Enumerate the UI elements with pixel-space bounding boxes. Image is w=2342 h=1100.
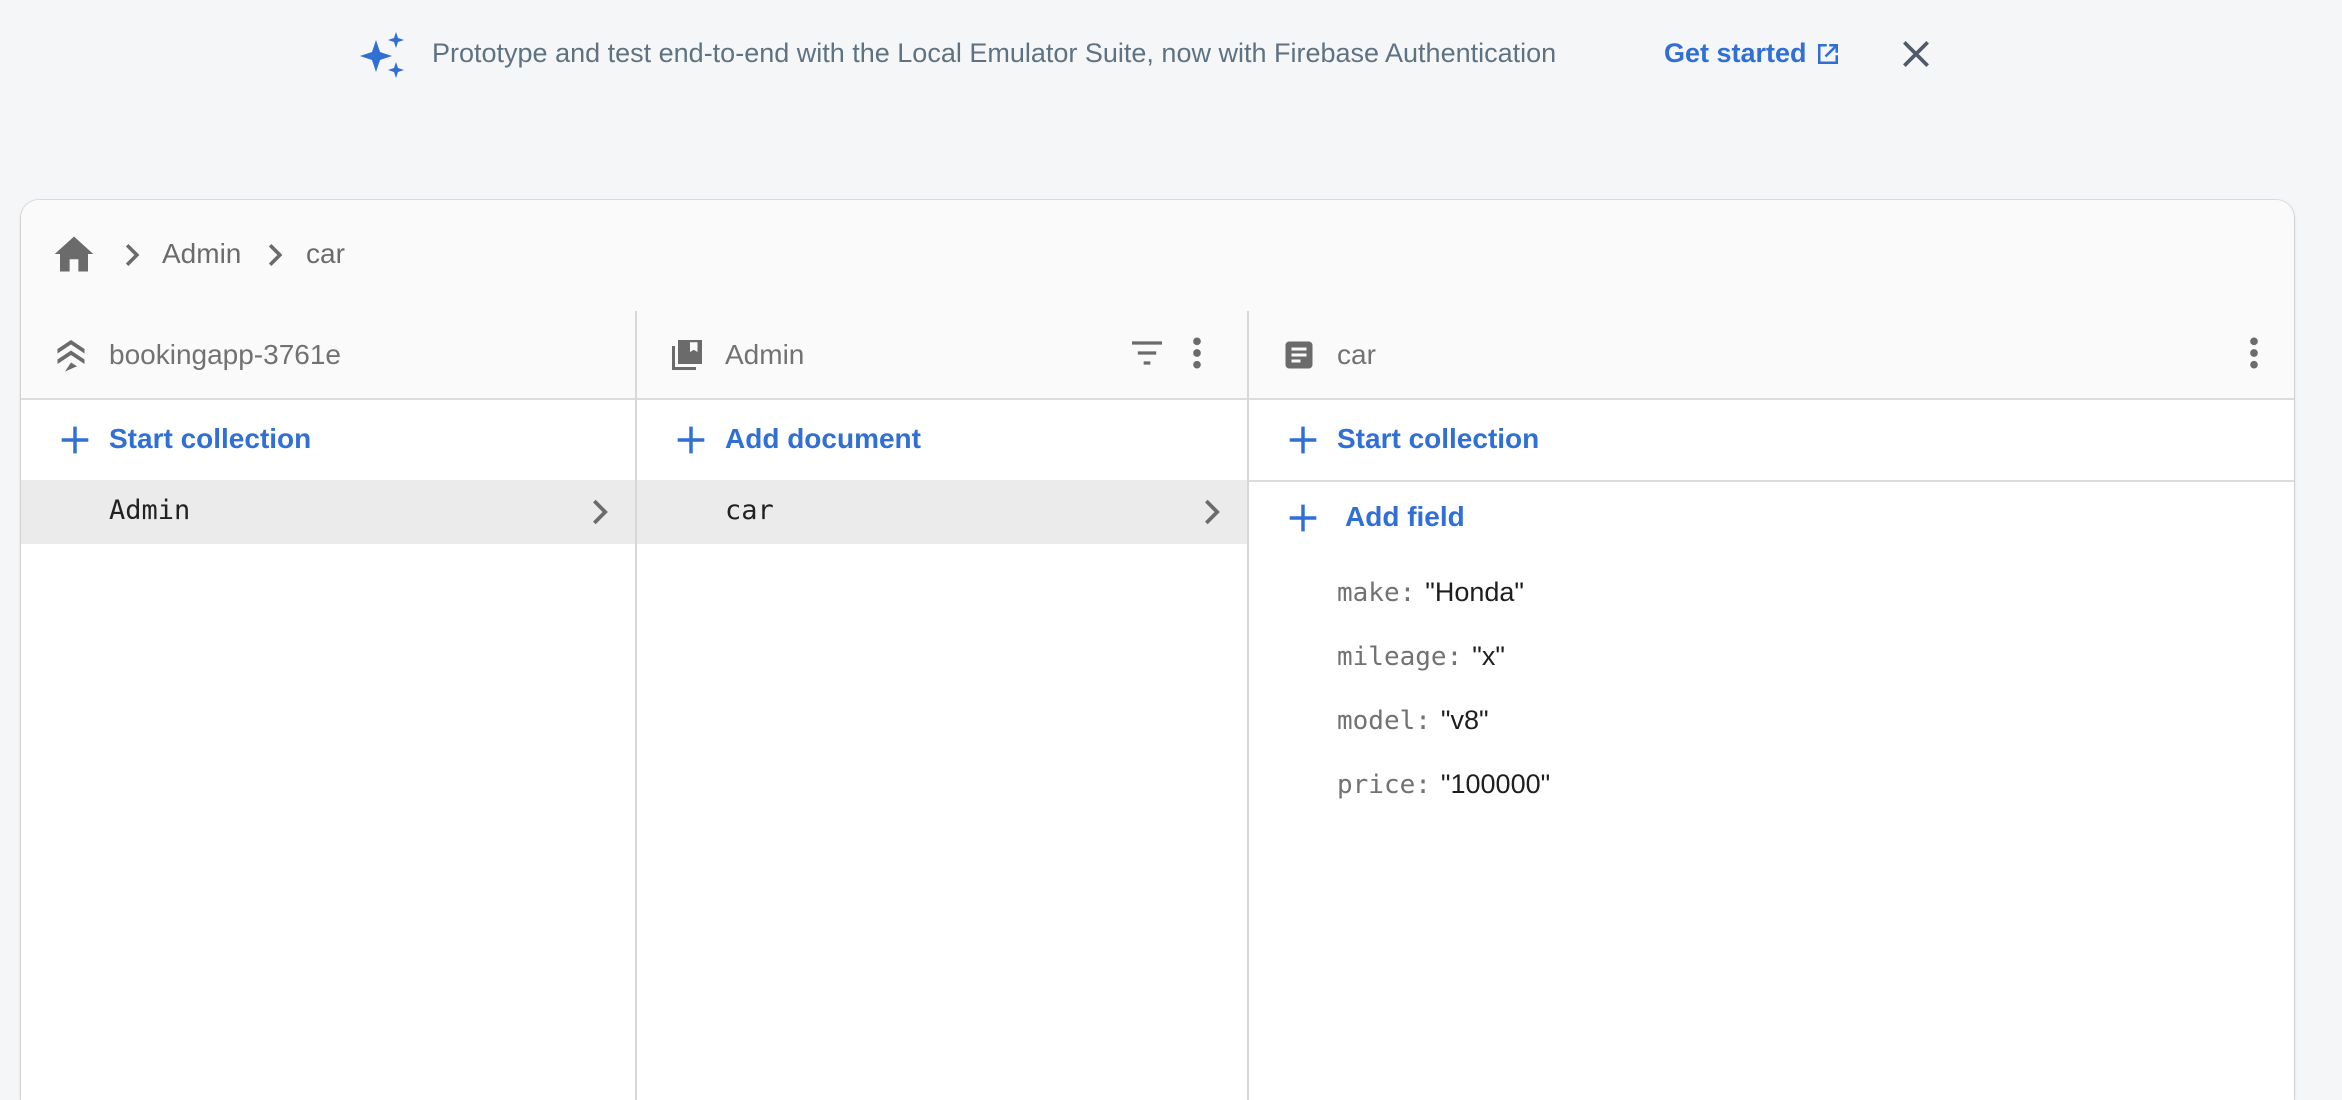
breadcrumb-item-admin[interactable]: Admin — [162, 238, 241, 270]
breadcrumb: Admin car — [21, 200, 2294, 313]
document-column-header: car — [1249, 311, 2294, 400]
collection-column: Admin Add document car — [637, 311, 1249, 1100]
add-field-label: Add field — [1345, 501, 1465, 532]
add-document-button[interactable]: Add document — [637, 400, 1247, 480]
collection-title: Admin — [725, 339, 805, 370]
open-in-new-icon — [1817, 43, 1838, 64]
plus-icon — [61, 426, 89, 454]
field-row[interactable]: mileage: "x" — [1337, 641, 1505, 672]
document-column: car Start collection Add field make: "Hon… — [1249, 311, 2294, 1100]
plus-icon — [1289, 504, 1317, 532]
sparkle-icon — [360, 32, 404, 78]
breadcrumb-item-car[interactable]: car — [306, 238, 345, 270]
more-vert-icon[interactable] — [1177, 333, 1217, 373]
collection-column-header: Admin — [637, 311, 1247, 400]
get-started-link[interactable]: Get started — [1664, 38, 1843, 69]
document-item-label: car — [725, 495, 774, 526]
add-document-label: Add document — [725, 423, 921, 454]
field-key: model: — [1337, 706, 1431, 736]
field-value: "v8" — [1440, 705, 1489, 735]
start-collection-label: Start collection — [1337, 423, 1540, 454]
field-key: price: — [1337, 770, 1431, 800]
field-key: mileage: — [1337, 642, 1463, 672]
root-column-header: bookingapp-3761e — [21, 311, 635, 400]
field-row[interactable]: model: "v8" — [1337, 705, 1489, 736]
chevron-right-icon — [1205, 499, 1220, 525]
start-collection-label: Start collection — [109, 423, 312, 454]
chevron-right-icon — [125, 243, 140, 267]
field-row[interactable]: make: "Honda" — [1337, 577, 1524, 608]
collection-item-admin[interactable]: Admin — [21, 480, 635, 544]
field-key: make: — [1337, 578, 1416, 608]
document-item-car[interactable]: car — [637, 480, 1247, 544]
collection-item-label: Admin — [109, 495, 191, 526]
get-started-label: Get started — [1664, 38, 1807, 68]
banner-message: Prototype and test end-to-end with the L… — [432, 38, 1557, 68]
chevron-right-icon — [593, 499, 608, 525]
filter-icon[interactable] — [1127, 333, 1167, 373]
collection-icon — [672, 340, 702, 370]
start-collection-button[interactable]: Start collection — [21, 400, 635, 480]
field-value: "x" — [1472, 641, 1505, 671]
plus-icon — [677, 426, 705, 454]
start-subcollection-button[interactable]: Start collection — [1249, 400, 2294, 482]
more-vert-icon[interactable] — [2234, 333, 2274, 373]
home-icon[interactable] — [53, 234, 95, 274]
document-title: car — [1337, 339, 1376, 370]
document-icon — [1285, 341, 1313, 369]
add-field-button[interactable]: Add field — [1249, 482, 2294, 554]
field-row[interactable]: price: "100000" — [1337, 769, 1550, 800]
promo-banner: Prototype and test end-to-end with the L… — [0, 0, 2342, 112]
plus-icon — [1289, 426, 1317, 454]
close-icon[interactable] — [1896, 34, 1936, 74]
chevron-right-icon — [268, 243, 283, 267]
field-value: "Honda" — [1425, 577, 1525, 607]
root-column: bookingapp-3761e Start collection Admin — [21, 311, 637, 1100]
field-value: "100000" — [1440, 769, 1551, 799]
firestore-data-panel: Admin car bookingapp-3761e Start collect… — [21, 200, 2294, 1100]
database-stack-icon — [57, 340, 85, 372]
project-id: bookingapp-3761e — [109, 339, 341, 370]
